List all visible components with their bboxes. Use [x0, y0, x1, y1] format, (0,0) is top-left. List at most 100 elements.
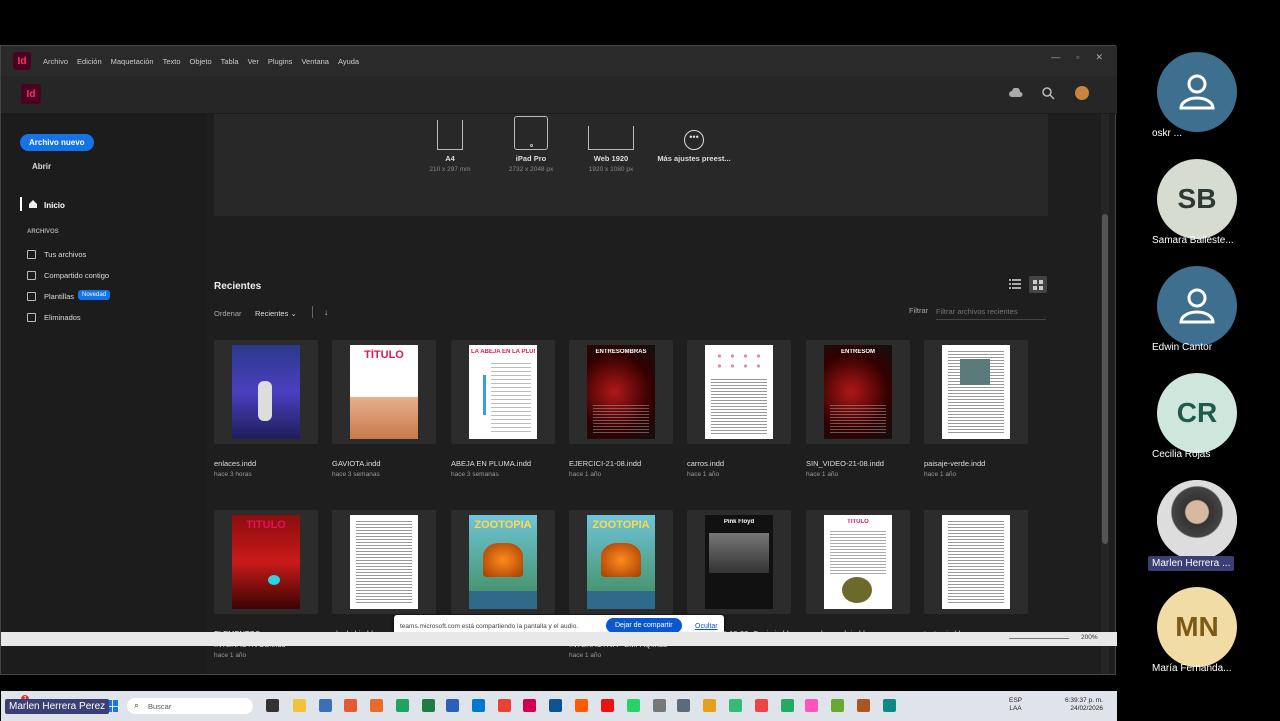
taskbar-search[interactable]: ⌕ Buscar: [127, 698, 253, 714]
taskbar-app-icon[interactable]: [575, 699, 588, 712]
participant-avatar[interactable]: [1157, 52, 1237, 132]
file-thumbnail[interactable]: LA ABEJA EN LA PLUMA: [451, 340, 555, 444]
list-view-icon[interactable]: [1009, 279, 1021, 289]
file-thumbnail[interactable]: Pink Floyd: [687, 510, 791, 614]
file-name[interactable]: paisaje-verde.indd: [924, 458, 1028, 469]
taskbar-app-icon[interactable]: [703, 699, 716, 712]
clock[interactable]: 6:39:37 p. m. 24/02/2026: [1065, 697, 1103, 713]
participant-avatar[interactable]: [1157, 480, 1237, 560]
language-indicator[interactable]: ESP LAA: [1009, 697, 1022, 713]
filter-input[interactable]: [936, 304, 1046, 320]
taskbar-app-icon[interactable]: [396, 699, 409, 712]
file-thumbnail[interactable]: ENTRESOMBRAS: [569, 340, 673, 444]
avatar[interactable]: [1075, 86, 1089, 100]
sidebar-item-tus-archivos[interactable]: Tus archivos: [27, 249, 197, 261]
file-thumbnail[interactable]: ZOOTOPIA: [451, 510, 555, 614]
file-thumbnail[interactable]: TITULO: [214, 510, 318, 614]
menu-item[interactable]: Edición: [77, 57, 102, 66]
close-icon[interactable]: ✕: [1095, 52, 1103, 63]
file-thumbnail[interactable]: TÍTULO: [332, 340, 436, 444]
taskbar-app-icon[interactable]: [883, 699, 896, 712]
file-thumbnail[interactable]: ENTRESOM: [806, 340, 910, 444]
file-card[interactable]: TÍTULOprueba-epub.inddhace 1 año: [806, 510, 910, 648]
sidebar-item-compartido-contigo[interactable]: Compartido contigo: [27, 270, 197, 282]
sort-direction-icon[interactable]: ↓: [324, 308, 328, 317]
menu-item[interactable]: Maquetación: [111, 57, 154, 66]
sidebar-item-eliminados[interactable]: Eliminados: [27, 312, 197, 324]
hide-link[interactable]: Ocultar: [695, 623, 718, 630]
file-card[interactable]: LA ABEJA EN LA PLUMA ABEJA EN PLUMA.indd h…: [451, 340, 555, 478]
file-name[interactable]: carros.indd: [687, 458, 791, 469]
file-card[interactable]: paisaje-verde.indd hace 1 año: [924, 340, 1028, 478]
file-card[interactable]: textos.inddhace 1 año: [924, 510, 1028, 648]
taskbar-app-icon[interactable]: [344, 699, 357, 712]
zoom-slider[interactable]: [1009, 638, 1069, 639]
minimize-icon[interactable]: —: [1051, 52, 1060, 63]
participant-avatar[interactable]: SB: [1157, 159, 1237, 239]
search-icon[interactable]: [1041, 86, 1055, 100]
scrollbar-thumb[interactable]: [1102, 214, 1108, 544]
taskbar-app-icon[interactable]: [805, 699, 818, 712]
file-thumbnail[interactable]: [214, 340, 318, 444]
maximize-icon[interactable]: ▫: [1076, 52, 1079, 63]
home-icon: [29, 200, 37, 208]
file-name[interactable]: EJERCICI-21-08.indd: [569, 458, 673, 469]
menu-item[interactable]: Plugins: [268, 57, 293, 66]
menu-item[interactable]: Texto: [163, 57, 181, 66]
sidebar-item-plantillas[interactable]: Plantillas Novedad: [27, 290, 197, 303]
scrollbar[interactable]: [1101, 114, 1109, 674]
taskbar-app-icon[interactable]: [549, 699, 562, 712]
participant-avatar[interactable]: CR: [1157, 373, 1237, 453]
sidebar-item-home[interactable]: Inicio: [44, 201, 65, 210]
cloud-icon[interactable]: [1009, 88, 1023, 98]
taskbar-app-icon[interactable]: [677, 699, 690, 712]
menu-item[interactable]: Objeto: [190, 57, 212, 66]
taskbar-app-icon[interactable]: [781, 699, 794, 712]
file-thumbnail[interactable]: TÍTULO: [806, 510, 910, 614]
menu-item[interactable]: Ver: [248, 57, 259, 66]
file-name[interactable]: ABEJA EN PLUMA.indd: [451, 458, 555, 469]
sort-dropdown[interactable]: Recientes ⌄: [255, 309, 297, 318]
participant-avatar[interactable]: MN: [1157, 587, 1237, 667]
file-card[interactable]: enlaces.indd hace 3 horas: [214, 340, 318, 478]
file-thumbnail[interactable]: [924, 340, 1028, 444]
taskbar-app-icon[interactable]: [729, 699, 742, 712]
participant-avatar[interactable]: [1157, 266, 1237, 346]
taskbar-app-icon[interactable]: [498, 699, 511, 712]
taskbar-app-icon[interactable]: [422, 699, 435, 712]
file-card[interactable]: carros.indd hace 1 año: [687, 340, 791, 478]
menu-item[interactable]: Archivo: [43, 57, 68, 66]
file-card[interactable]: ENTRESOM SIN_VIDEO-21-08.indd hace 1 año: [806, 340, 910, 478]
open-button[interactable]: Abrir: [32, 162, 51, 171]
menu-item[interactable]: Ayuda: [338, 57, 359, 66]
file-card[interactable]: TÍTULO GAVIOTA.indd hace 3 semanas: [332, 340, 436, 478]
taskbar-app-icon[interactable]: [755, 699, 768, 712]
file-card[interactable]: ENTRESOMBRAS EJERCICI-21-08.indd hace 1 añ…: [569, 340, 673, 478]
file-name[interactable]: GAVIOTA.indd: [332, 458, 436, 469]
taskbar-app-icon[interactable]: [627, 699, 640, 712]
taskbar-app-icon[interactable]: [370, 699, 383, 712]
file-thumbnail[interactable]: [924, 510, 1028, 614]
taskbar-app-icon[interactable]: [266, 699, 279, 712]
taskbar-app-icon[interactable]: [472, 699, 485, 712]
preset-3[interactable]: ••• Más ajustes preest...: [644, 114, 744, 166]
taskbar-app-icon[interactable]: [831, 699, 844, 712]
file-thumbnail[interactable]: [332, 510, 436, 614]
file-thumbnail[interactable]: ZOOTOPIA: [569, 510, 673, 614]
taskbar-app-icon[interactable]: [601, 699, 614, 712]
indesign-home-logo[interactable]: Id: [21, 84, 41, 104]
new-file-button[interactable]: Archivo nuevo: [20, 134, 94, 151]
grid-view-button[interactable]: [1029, 276, 1047, 293]
file-name[interactable]: enlaces.indd: [214, 458, 318, 469]
menu-item[interactable]: Ventana: [301, 57, 329, 66]
taskbar-app-icon[interactable]: [446, 699, 459, 712]
file-name[interactable]: SIN_VIDEO-21-08.indd: [806, 458, 910, 469]
taskbar-app-icon[interactable]: [857, 699, 870, 712]
file-thumbnail[interactable]: [687, 340, 791, 444]
taskbar-app-icon[interactable]: [293, 699, 306, 712]
taskbar-app-icon[interactable]: [653, 699, 666, 712]
taskbar-app-icon[interactable]: [319, 699, 332, 712]
taskbar-app-icon[interactable]: [523, 699, 536, 712]
stop-sharing-button[interactable]: Dejar de compartir: [606, 618, 682, 633]
menu-item[interactable]: Tabla: [221, 57, 239, 66]
